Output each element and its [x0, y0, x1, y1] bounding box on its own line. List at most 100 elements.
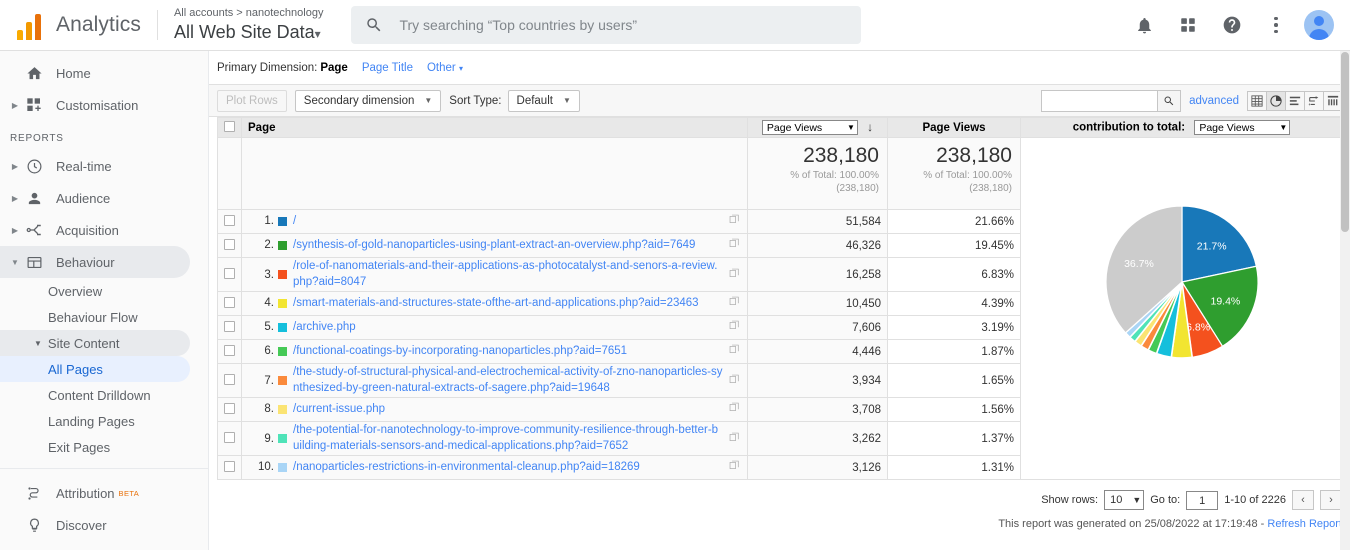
dimension-tab-page-title[interactable]: Page Title [362, 62, 413, 74]
contribution-metric-dropdown[interactable]: Page Views▼ [1194, 120, 1290, 135]
show-rows-select[interactable]: 10▼ [1104, 490, 1144, 510]
sidebar-item-site-content[interactable]: ▼ Site Content [0, 330, 190, 356]
open-external-icon[interactable] [729, 238, 741, 252]
row-page-link[interactable]: /the-study-of-structural-physical-and-el… [293, 365, 723, 396]
sidebar-item-content-drilldown[interactable]: Content Drilldown [0, 382, 208, 408]
sort-descending-icon[interactable]: ↓ [867, 120, 873, 134]
sidebar-item-overview[interactable]: Overview [0, 278, 208, 304]
goto-input[interactable]: 1 [1186, 491, 1218, 510]
row-checkbox-cell[interactable] [218, 210, 242, 234]
row-checkbox-cell[interactable] [218, 292, 242, 316]
account-selector[interactable]: All accounts > nanotechnology All Web Si… [158, 7, 324, 43]
chevron-right-icon[interactable]: ▶ [8, 226, 22, 235]
help-icon[interactable] [1216, 9, 1248, 41]
table-search[interactable] [1041, 90, 1181, 112]
row-checkbox[interactable] [224, 239, 235, 250]
row-checkbox-cell[interactable] [218, 398, 242, 422]
secondary-dimension-button[interactable]: Secondary dimension▼ [295, 90, 442, 112]
column-header-metric-select[interactable]: Page Views▼ ↓ [748, 118, 888, 138]
row-checkbox[interactable] [224, 403, 235, 414]
row-checkbox-cell[interactable] [218, 456, 242, 480]
sidebar-item-customisation[interactable]: ▶ Customisation [0, 89, 208, 121]
dimension-tab-page[interactable]: Page [320, 62, 348, 74]
row-page-link[interactable]: /current-issue.php [293, 402, 723, 418]
open-external-icon[interactable] [729, 460, 741, 474]
chevron-right-icon[interactable]: ▶ [8, 194, 22, 203]
open-external-icon[interactable] [729, 344, 741, 358]
sidebar-item-landing-pages[interactable]: Landing Pages [0, 408, 208, 434]
row-checkbox[interactable] [224, 297, 235, 308]
open-external-icon[interactable] [729, 268, 741, 282]
avatar[interactable] [1304, 10, 1334, 40]
search-icon[interactable] [1157, 90, 1181, 112]
sort-type-button[interactable]: Default▼ [508, 90, 580, 112]
open-external-icon[interactable] [729, 432, 741, 446]
row-page-link[interactable]: /role-of-nanomaterials-and-their-applica… [293, 259, 723, 290]
sidebar-item-all-pages[interactable]: All Pages [0, 356, 190, 382]
row-page-link[interactable]: / [293, 214, 723, 230]
row-checkbox[interactable] [224, 374, 235, 385]
row-page-link[interactable]: /smart-materials-and-structures-state-of… [293, 296, 723, 312]
select-all-checkbox[interactable] [224, 121, 235, 132]
row-checkbox-cell[interactable] [218, 422, 242, 456]
sidebar-item-attribution[interactable]: Attribution BETA [0, 477, 208, 509]
comparison-view-icon[interactable] [1304, 91, 1323, 111]
apps-grid-icon[interactable] [1172, 9, 1204, 41]
sidebar-item-acquisition[interactable]: ▶ Acquisition [0, 214, 208, 246]
sidebar-item-audience[interactable]: ▶ Audience [0, 182, 208, 214]
row-checkbox-cell[interactable] [218, 258, 242, 292]
bell-icon[interactable] [1128, 9, 1160, 41]
next-page-button[interactable]: › [1320, 490, 1342, 510]
sidebar-item-behaviour-flow[interactable]: Behaviour Flow [0, 304, 208, 330]
sidebar-item-home[interactable]: Home [0, 57, 208, 89]
sidebar-item-real-time[interactable]: ▶ Real-time [0, 150, 208, 182]
chevron-down-icon[interactable]: ▼ [8, 258, 22, 267]
row-page-link[interactable]: /synthesis-of-gold-nanoparticles-using-p… [293, 238, 723, 254]
sidebar-item-behaviour[interactable]: ▼ Behaviour [0, 246, 190, 278]
open-external-icon[interactable] [729, 320, 741, 334]
row-checkbox-cell[interactable] [218, 340, 242, 364]
table-search-input[interactable] [1041, 90, 1157, 112]
scrollbar-thumb[interactable] [1341, 52, 1349, 232]
row-page-link[interactable]: /nanoparticles-restrictions-in-environme… [293, 460, 723, 476]
open-external-icon[interactable] [729, 402, 741, 416]
global-search-box[interactable] [351, 6, 861, 44]
column-header-page[interactable]: Page [242, 118, 748, 138]
row-page-link[interactable]: /archive.php [293, 320, 723, 336]
chevron-down-icon[interactable]: ▼ [34, 339, 42, 348]
sidebar-item-exit-pages[interactable]: Exit Pages [0, 434, 208, 460]
row-checkbox[interactable] [224, 321, 235, 332]
page-scrollbar[interactable] [1340, 51, 1350, 550]
open-external-icon[interactable] [729, 374, 741, 388]
open-external-icon[interactable] [729, 296, 741, 310]
dimension-other-dropdown[interactable]: Other ▾ [427, 62, 463, 74]
plot-rows-button[interactable]: Plot Rows [217, 90, 287, 112]
sidebar-item-admin[interactable]: Admin [0, 541, 208, 550]
more-vert-icon[interactable] [1260, 9, 1292, 41]
select-all-header[interactable] [218, 118, 242, 138]
row-checkbox[interactable] [224, 215, 235, 226]
row-checkbox-cell[interactable] [218, 316, 242, 340]
pie-view-icon[interactable] [1266, 91, 1285, 111]
prev-page-button[interactable]: ‹ [1292, 490, 1314, 510]
row-checkbox-cell[interactable] [218, 364, 242, 398]
metric-dropdown[interactable]: Page Views▼ [762, 120, 858, 135]
open-external-icon[interactable] [729, 214, 741, 228]
chevron-right-icon[interactable]: ▶ [8, 101, 22, 110]
row-checkbox-cell[interactable] [218, 234, 242, 258]
row-page-link[interactable]: /functional-coatings-by-incorporating-na… [293, 344, 723, 360]
sidebar-item-discover[interactable]: Discover [0, 509, 208, 541]
chevron-down-icon[interactable]: ▾ [315, 27, 321, 41]
column-header-pageviews[interactable]: Page Views [888, 118, 1021, 138]
performance-view-icon[interactable] [1285, 91, 1304, 111]
table-view-icon[interactable] [1247, 91, 1266, 111]
row-checkbox[interactable] [224, 461, 235, 472]
advanced-filter-link[interactable]: advanced [1189, 95, 1239, 107]
search-input[interactable] [397, 16, 847, 34]
row-checkbox[interactable] [224, 268, 235, 279]
row-page-link[interactable]: /the-potential-for-nanotechnology-to-imp… [293, 423, 723, 454]
row-checkbox[interactable] [224, 345, 235, 356]
row-checkbox[interactable] [224, 432, 235, 443]
refresh-report-link[interactable]: Refresh Report [1267, 518, 1342, 530]
chevron-right-icon[interactable]: ▶ [8, 162, 22, 171]
